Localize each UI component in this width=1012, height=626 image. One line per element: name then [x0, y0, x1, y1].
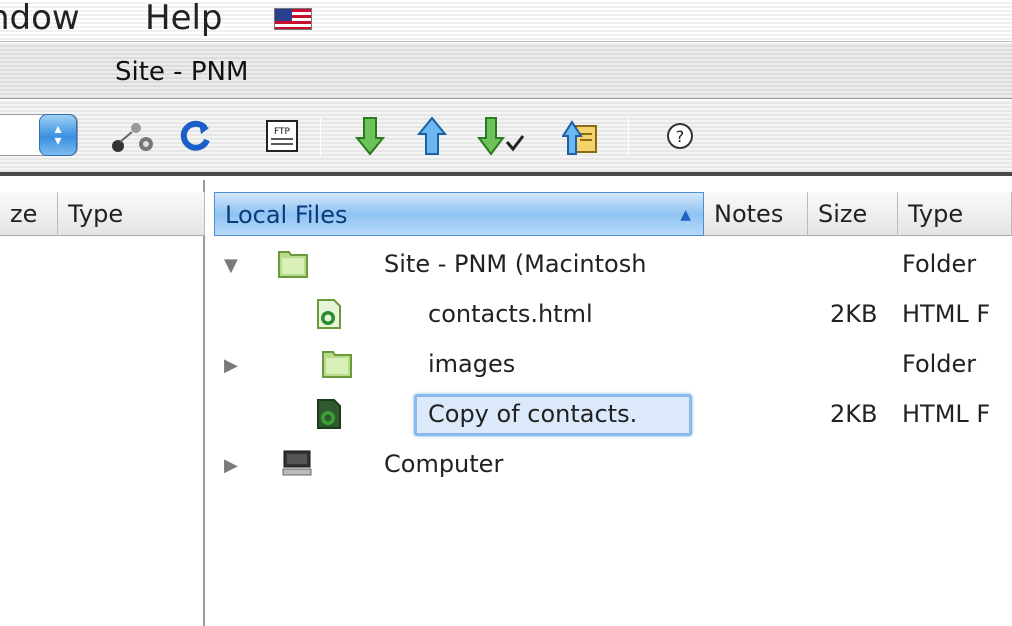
column-notes-header[interactable]: Notes [704, 192, 808, 236]
ftp-log-icon[interactable]: FTP [262, 114, 302, 158]
toolbar: ▴ ▾ FTP ? [0, 100, 1012, 176]
folder-icon [276, 246, 310, 280]
list-item[interactable]: ▶ images Folder [210, 340, 1012, 394]
file-name-editing[interactable]: Copy of contacts. [428, 400, 637, 428]
toolbar-separator [320, 118, 321, 156]
column-local-files-label: Local Files [225, 201, 348, 229]
put-icon[interactable] [412, 114, 452, 158]
help-glyph: ? [676, 127, 685, 146]
file-type: HTML F [902, 400, 991, 428]
file-type: Folder [902, 250, 977, 278]
help-icon[interactable]: ? [660, 114, 700, 158]
local-pane: Local Files ▲ Notes Size Type ▼ Site - P… [210, 180, 1012, 626]
computer-icon [282, 448, 312, 478]
check-out-icon[interactable] [474, 114, 530, 158]
list-item[interactable]: ▶ Computer [210, 440, 1012, 494]
disclosure-collapsed-icon[interactable]: ▶ [224, 355, 238, 376]
file-type: HTML F [902, 300, 991, 328]
menu-bar: ndow Help [0, 0, 1012, 42]
site-popup[interactable]: ▴ ▾ [0, 114, 78, 156]
toolbar-separator [628, 118, 629, 156]
column-size-header[interactable]: Size [808, 192, 898, 236]
column-type-header[interactable]: Type [898, 192, 1012, 236]
file-name: contacts.html [428, 300, 593, 328]
ftp-label: FTP [274, 127, 291, 137]
disclosure-expanded-icon[interactable]: ▼ [224, 255, 238, 276]
file-size: 2KB [830, 400, 878, 428]
file-name: Computer [384, 450, 504, 478]
refresh-icon[interactable] [170, 114, 220, 158]
connect-icon[interactable] [110, 114, 162, 158]
sort-ascending-icon: ▲ [680, 207, 691, 223]
column-size-header[interactable]: ze [0, 192, 58, 236]
window-title: Site - PNM [115, 57, 249, 87]
menu-help[interactable]: Help [145, 0, 223, 38]
remote-pane: ze Type [0, 180, 205, 626]
column-local-files-header[interactable]: Local Files ▲ [214, 192, 704, 236]
check-in-icon[interactable] [560, 114, 604, 158]
list-item[interactable]: contacts.html 2KB HTML F [210, 290, 1012, 344]
us-flag-icon[interactable] [274, 8, 312, 30]
list-item[interactable]: ▼ Site - PNM (Macintosh Folder [210, 240, 1012, 294]
html-file-icon [316, 398, 342, 430]
window-title-bar: Site - PNM [0, 43, 1012, 99]
file-size: 2KB [830, 300, 878, 328]
file-name: Site - PNM (Macintosh [384, 250, 647, 278]
menu-window[interactable]: ndow [0, 0, 80, 38]
popup-arrows-icon[interactable]: ▴ ▾ [39, 114, 77, 156]
folder-icon [320, 346, 354, 380]
disclosure-collapsed-icon[interactable]: ▶ [224, 455, 238, 476]
get-icon[interactable] [350, 114, 390, 158]
column-type-header[interactable]: Type [58, 192, 205, 236]
file-name: images [428, 350, 516, 378]
file-browser: ze Type Local Files ▲ Notes Size Type ▼ … [0, 180, 1012, 626]
list-item-selected[interactable]: Copy of contacts. 2KB HTML F [210, 390, 1012, 444]
html-file-icon [316, 298, 342, 330]
file-type: Folder [902, 350, 977, 378]
